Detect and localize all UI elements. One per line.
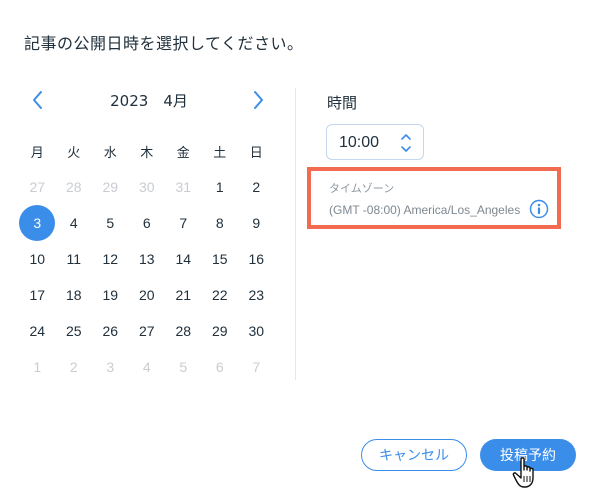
calendar-day[interactable]: 14 <box>165 241 202 277</box>
calendar-day[interactable]: 29 <box>202 313 239 349</box>
calendar-week: 27 28 29 30 31 1 2 <box>19 169 275 205</box>
calendar-day[interactable]: 27 <box>129 313 166 349</box>
calendar-day[interactable]: 13 <box>129 241 166 277</box>
calendar-day[interactable]: 4 <box>56 205 93 241</box>
calendar-day[interactable]: 28 <box>165 313 202 349</box>
prev-month-button[interactable] <box>26 88 50 112</box>
calendar-day-outside: 29 <box>102 179 119 195</box>
time-label: 時間 <box>327 94 358 112</box>
calendar-day[interactable]: 19 <box>92 277 129 313</box>
calendar-day[interactable]: 22 <box>202 277 239 313</box>
timezone-highlight-box: タイムゾーン (GMT -08:00) America/Los_Angeles <box>307 167 561 229</box>
calendar-day[interactable]: 15 <box>202 241 239 277</box>
calendar-day-outside: 7 <box>252 359 261 375</box>
calendar-grid: 月 火 水 木 金 土 日 27 28 29 30 31 1 2 3 4 5 6… <box>19 133 275 385</box>
calendar-day[interactable]: 24 <box>19 313 56 349</box>
weekday-row: 月 火 水 木 金 土 日 <box>19 133 275 169</box>
calendar-day[interactable]: 16 <box>238 241 275 277</box>
selected-day-label: 3 <box>19 205 56 241</box>
calendar-week: 3 4 5 6 7 8 9 <box>19 205 275 241</box>
calendar-day[interactable]: 26 <box>92 313 129 349</box>
calendar-day[interactable]: 11 <box>56 241 93 277</box>
calendar-day-selected[interactable]: 3 <box>19 205 56 241</box>
calendar-day[interactable]: 17 <box>19 277 56 313</box>
time-picker[interactable]: 10:00 <box>326 124 424 160</box>
up-down-arrows-icon <box>401 134 411 152</box>
weekday-label: 月 <box>30 145 44 161</box>
calendar-day-outside: 30 <box>138 179 155 195</box>
weekday-label: 木 <box>140 145 154 161</box>
calendar-header: 2023 4月 <box>24 88 274 112</box>
chevron-left-icon <box>33 91 42 109</box>
vertical-divider <box>295 88 296 380</box>
calendar-day[interactable]: 21 <box>165 277 202 313</box>
calendar-day-outside: 1 <box>33 359 42 375</box>
calendar-day-outside: 2 <box>69 359 78 375</box>
schedule-post-button[interactable]: 投稿予約 <box>480 439 576 471</box>
calendar-day-outside: 27 <box>29 179 46 195</box>
timezone-label: タイムゾーン <box>329 182 395 195</box>
calendar-day[interactable]: 23 <box>238 277 275 313</box>
calendar-day[interactable]: 5 <box>92 205 129 241</box>
calendar-day[interactable]: 7 <box>165 205 202 241</box>
calendar-day[interactable]: 10 <box>19 241 56 277</box>
calendar-day[interactable]: 6 <box>129 205 166 241</box>
calendar-day-outside: 4 <box>142 359 151 375</box>
weekday-label: 金 <box>176 145 190 161</box>
cancel-button[interactable]: キャンセル <box>361 439 467 471</box>
calendar-day[interactable]: 1 <box>202 169 239 205</box>
weekday-label: 土 <box>213 145 227 161</box>
time-stepper[interactable] <box>399 130 413 156</box>
calendar-day[interactable]: 18 <box>56 277 93 313</box>
calendar-day-outside: 5 <box>179 359 188 375</box>
calendar-day[interactable]: 20 <box>129 277 166 313</box>
weekday-label: 水 <box>103 145 117 161</box>
calendar-day[interactable]: 25 <box>56 313 93 349</box>
calendar-day-outside: 3 <box>106 359 115 375</box>
calendar-day-outside: 6 <box>215 359 224 375</box>
calendar-day[interactable]: 2 <box>238 169 275 205</box>
info-icon[interactable] <box>529 199 549 219</box>
timezone-value: (GMT -08:00) America/Los_Angeles <box>329 203 521 217</box>
prompt-text: 記事の公開日時を選択してください。 <box>24 34 304 53</box>
calendar-day-outside: 31 <box>175 179 192 195</box>
weekday-label: 日 <box>249 145 263 161</box>
calendar-week: 10 11 12 13 14 15 16 <box>19 241 275 277</box>
calendar-week: 17 18 19 20 21 22 23 <box>19 277 275 313</box>
chevron-right-icon <box>254 91 263 109</box>
calendar-day[interactable]: 9 <box>238 205 275 241</box>
calendar-day[interactable]: 8 <box>202 205 239 241</box>
calendar-day[interactable]: 12 <box>92 241 129 277</box>
calendar-week: 24 25 26 27 28 29 30 <box>19 313 275 349</box>
calendar-day[interactable]: 30 <box>238 313 275 349</box>
calendar-week: 1 2 3 4 5 6 7 <box>19 349 275 385</box>
month-label: 2023 4月 <box>110 92 188 110</box>
weekday-label: 火 <box>67 145 81 161</box>
time-value: 10:00 <box>339 134 380 151</box>
next-month-button[interactable] <box>246 88 270 112</box>
calendar-day-outside: 28 <box>65 179 82 195</box>
